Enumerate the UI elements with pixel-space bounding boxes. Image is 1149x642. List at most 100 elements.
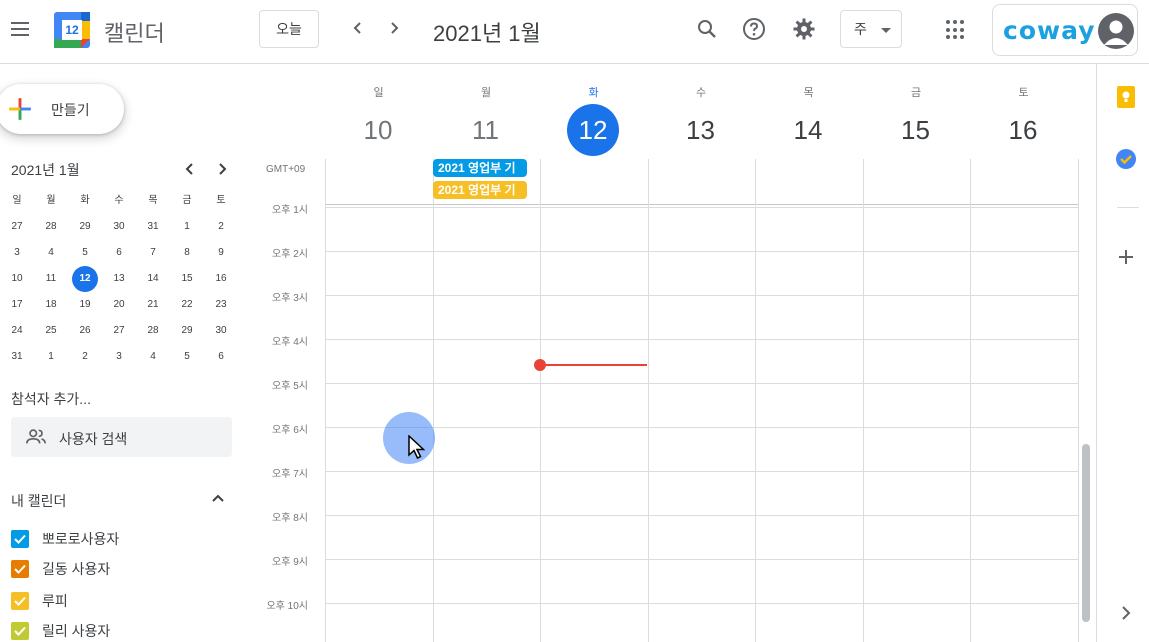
day-of-week: 목: [803, 87, 814, 99]
mini-prev-icon[interactable]: [179, 158, 201, 180]
day-number[interactable]: 12: [567, 104, 619, 156]
people-search-input[interactable]: 사용자 검색: [11, 417, 232, 457]
day-header[interactable]: 일 10: [325, 64, 432, 159]
today-button[interactable]: 오늘: [259, 10, 319, 48]
day-header[interactable]: 화 12: [540, 64, 647, 159]
mini-day[interactable]: 3: [0, 240, 34, 266]
mini-day[interactable]: 26: [68, 318, 102, 344]
mini-day[interactable]: 20: [102, 292, 136, 318]
scrollbar[interactable]: [1082, 444, 1090, 622]
account-box[interactable]: coway: [992, 4, 1138, 56]
mini-day[interactable]: 1: [34, 344, 68, 370]
mini-day[interactable]: 10: [0, 266, 34, 292]
check-icon[interactable]: [11, 530, 29, 548]
mini-day[interactable]: 5: [68, 240, 102, 266]
mini-day[interactable]: 22: [170, 292, 204, 318]
mini-day[interactable]: 4: [34, 240, 68, 266]
calendar-item[interactable]: 길동 사용자: [11, 558, 110, 580]
mini-day[interactable]: 3: [102, 344, 136, 370]
mini-day[interactable]: 30: [102, 214, 136, 240]
mini-calendar-title: 2021년 1월: [11, 162, 80, 178]
day-number[interactable]: 13: [675, 104, 727, 156]
mini-day[interactable]: 6: [102, 240, 136, 266]
mini-day[interactable]: 30: [204, 318, 238, 344]
settings-icon[interactable]: [791, 16, 817, 42]
mini-day[interactable]: 8: [170, 240, 204, 266]
mini-day[interactable]: 31: [0, 344, 34, 370]
day-of-week: 금: [910, 87, 922, 99]
mini-day[interactable]: 23: [204, 292, 238, 318]
mini-day-label: 30: [113, 221, 125, 232]
day-header[interactable]: 토 16: [970, 64, 1077, 159]
current-time-dot: [534, 359, 546, 371]
mini-day-label: 29: [79, 221, 91, 232]
day-header[interactable]: 월 11: [433, 64, 540, 159]
mini-next-icon[interactable]: [211, 158, 233, 180]
mini-day[interactable]: 2: [204, 214, 238, 240]
keep-icon[interactable]: [1115, 86, 1137, 108]
mini-day[interactable]: 18: [34, 292, 68, 318]
mini-day[interactable]: 4: [136, 344, 170, 370]
mini-day[interactable]: 14: [136, 266, 170, 292]
day-header[interactable]: 수 13: [648, 64, 755, 159]
check-icon[interactable]: [11, 592, 29, 610]
calendar-logo-icon[interactable]: 12: [54, 12, 90, 48]
event-chip[interactable]: 2021 영업부 기: [433, 181, 527, 199]
mini-day[interactable]: 1: [170, 214, 204, 240]
mini-day[interactable]: 6: [204, 344, 238, 370]
grid-column-line: [862, 159, 864, 642]
day-header[interactable]: 금 15: [863, 64, 970, 159]
chevron-right-icon[interactable]: [1115, 602, 1137, 624]
mini-day[interactable]: 17: [0, 292, 34, 318]
mini-day[interactable]: 19: [68, 292, 102, 318]
user-avatar-icon[interactable]: [1098, 13, 1134, 49]
brand-logo: coway: [1003, 16, 1096, 45]
check-icon[interactable]: [11, 560, 29, 578]
day-number[interactable]: 15: [890, 104, 942, 156]
chevron-right-icon[interactable]: [380, 14, 408, 42]
day-number[interactable]: 14: [782, 104, 834, 156]
mini-day[interactable]: 28: [136, 318, 170, 344]
calendar-name: 릴리 사용자: [42, 623, 111, 639]
day-number[interactable]: 10: [352, 104, 404, 156]
mini-day[interactable]: 29: [68, 214, 102, 240]
chevron-up-icon[interactable]: [210, 490, 230, 510]
check-icon[interactable]: [11, 622, 29, 640]
mini-day[interactable]: 27: [102, 318, 136, 344]
mini-day[interactable]: 28: [34, 214, 68, 240]
add-icon[interactable]: [1115, 246, 1137, 268]
event-chip[interactable]: 2021 영업부 기: [433, 159, 527, 177]
mini-day[interactable]: 29: [170, 318, 204, 344]
mini-day-label: 5: [184, 351, 190, 362]
side-divider: [1117, 207, 1139, 208]
mini-day[interactable]: 9: [204, 240, 238, 266]
mini-day[interactable]: 11: [34, 266, 68, 292]
mini-day[interactable]: 21: [136, 292, 170, 318]
mini-day[interactable]: 16: [204, 266, 238, 292]
mini-day[interactable]: 27: [0, 214, 34, 240]
calendar-item[interactable]: 루피: [11, 590, 68, 612]
mini-day[interactable]: 31: [136, 214, 170, 240]
apps-icon[interactable]: [946, 20, 966, 40]
mini-day[interactable]: 24: [0, 318, 34, 344]
calendar-item[interactable]: 릴리 사용자: [11, 620, 110, 642]
mini-day[interactable]: 13: [102, 266, 136, 292]
mini-day[interactable]: 2: [68, 344, 102, 370]
day-number[interactable]: 11: [460, 104, 512, 156]
chevron-left-icon[interactable]: [344, 14, 372, 42]
view-select[interactable]: 주: [840, 10, 902, 48]
menu-icon[interactable]: [8, 18, 32, 42]
day-number[interactable]: 16: [997, 104, 1049, 156]
mini-day[interactable]: 25: [34, 318, 68, 344]
day-header[interactable]: 목 14: [755, 64, 862, 159]
mini-day[interactable]: 12: [68, 266, 102, 292]
create-button[interactable]: 만들기: [0, 84, 124, 134]
mini-day[interactable]: 5: [170, 344, 204, 370]
mini-day[interactable]: 15: [170, 266, 204, 292]
search-icon[interactable]: [694, 16, 720, 42]
help-icon[interactable]: [741, 16, 767, 42]
week-view: GMT+09 일 10 월 11 화 12 수 13 목 14 금 15 토 16 오후 1시 오후 2시 오후…: [252, 64, 1096, 642]
calendar-item[interactable]: 뽀로로사용자: [11, 528, 119, 550]
mini-day[interactable]: 7: [136, 240, 170, 266]
tasks-icon[interactable]: [1115, 148, 1137, 170]
